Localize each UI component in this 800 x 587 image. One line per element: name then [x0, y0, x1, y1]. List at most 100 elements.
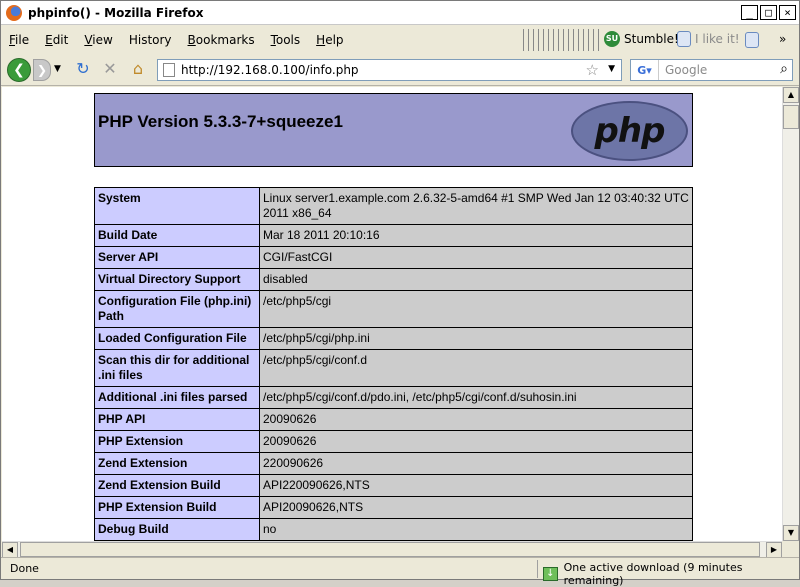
stumble-button[interactable]: SU Stumble! — [604, 31, 679, 47]
title-bar: phpinfo() - Mozilla Firefox _ □ × — [1, 1, 799, 25]
php-logo: php — [571, 101, 688, 161]
table-row: Build Date Mar 18 2011 20:10:16 — [94, 224, 693, 247]
download-status-text: One active download (9 minutes remaining… — [563, 561, 743, 587]
toolbar-overflow-button[interactable]: » — [779, 32, 786, 46]
stumble-label: Stumble! — [624, 32, 679, 46]
row-value: Linux server1.example.com 2.6.32-5-amd64… — [259, 187, 693, 225]
status-text: Done — [10, 562, 39, 575]
thumbs-down-icon[interactable] — [745, 32, 759, 48]
table-row: Additional .ini files parsed/etc/php5/cg… — [94, 386, 693, 409]
table-row: PHP Extension 20090626 — [94, 430, 693, 453]
table-row: Zend Extension Build API220090626,NTS — [94, 474, 693, 497]
table-row: Server API CGI/FastCGI — [94, 246, 693, 269]
row-key: Additional .ini files parsed — [94, 386, 260, 409]
row-value: 20090626 — [259, 408, 693, 431]
window-title: phpinfo() - Mozilla Firefox — [28, 5, 204, 20]
row-key: PHP Extension — [94, 430, 260, 453]
like-it-label: I like it! — [695, 32, 740, 46]
info-table: System Linux server1.example.com 2.6.32-5… — [94, 187, 693, 541]
row-value: /etc/php5/cgi/conf.d — [259, 349, 693, 387]
menu-view[interactable]: View — [76, 33, 120, 47]
table-row: Debug Build no — [94, 518, 693, 541]
search-icon[interactable]: ⌕ — [780, 61, 788, 77]
row-key: Configuration File (php.ini) Path — [94, 290, 260, 328]
url-text[interactable]: http://192.168.0.100/info.php — [181, 63, 359, 77]
vertical-scroll-thumb[interactable] — [783, 105, 799, 129]
scrollbar-corner — [782, 541, 799, 557]
row-key: Scan this dir for additional .ini files — [94, 349, 260, 387]
row-value: API220090626,NTS — [259, 474, 693, 497]
page-content: PHP Version 5.3.3-7+squeeze1 php System L… — [2, 87, 782, 541]
row-key: Virtual Directory Support — [94, 268, 260, 291]
browser-window: phpinfo() - Mozilla Firefox _ □ × File E… — [0, 0, 800, 587]
scroll-left-arrow-icon[interactable]: ◀ — [2, 542, 18, 558]
url-bar[interactable]: http://192.168.0.100/info.php ☆ ▼ — [157, 59, 622, 81]
row-value: CGI/FastCGI — [259, 246, 693, 269]
menu-bookmarks[interactable]: Bookmarks — [180, 33, 263, 47]
back-button[interactable]: ❮ — [7, 58, 31, 82]
navigation-toolbar: ❮ ❯ ▼ ↻ ✕ ⌂ http://192.168.0.100/info.ph… — [1, 55, 799, 86]
reload-icon[interactable]: ↻ — [73, 59, 93, 79]
table-row: PHP API 20090626 — [94, 408, 693, 431]
horizontal-scroll-thumb[interactable] — [20, 542, 760, 557]
bookmark-star-icon[interactable]: ☆ — [586, 61, 599, 79]
row-key: PHP API — [94, 408, 260, 431]
url-dropdown-icon[interactable]: ▼ — [608, 64, 615, 74]
row-value: no — [259, 518, 693, 541]
firefox-logo-icon — [6, 4, 22, 21]
search-box[interactable]: G▾ Google ⌕ — [630, 59, 793, 81]
table-row: Loaded Configuration File/etc/php5/cgi/p… — [94, 327, 693, 350]
page-icon — [163, 63, 175, 77]
home-icon[interactable]: ⌂ — [128, 59, 148, 79]
row-value: 20090626 — [259, 430, 693, 453]
close-button[interactable]: × — [779, 5, 796, 20]
scroll-down-arrow-icon[interactable]: ▼ — [783, 525, 799, 541]
download-status[interactable]: ↓ One active download (9 minutes remaini… — [543, 561, 799, 587]
menu-tools[interactable]: Tools — [263, 33, 309, 47]
table-row: System Linux server1.example.com 2.6.32-5… — [94, 187, 693, 225]
menu-file[interactable]: File — [1, 33, 37, 47]
row-value: disabled — [259, 268, 693, 291]
stumbleupon-icon: SU — [604, 31, 620, 47]
horizontal-scrollbar[interactable]: ◀ ▶ — [2, 541, 782, 558]
row-value: /etc/php5/cgi/conf.d/pdo.ini, /etc/php5/… — [259, 386, 693, 409]
menu-history[interactable]: History — [121, 33, 180, 47]
stop-icon[interactable]: ✕ — [100, 59, 120, 79]
page-title: PHP Version 5.3.3-7+squeeze1 — [98, 112, 343, 131]
menu-edit[interactable]: Edit — [37, 33, 76, 47]
download-icon: ↓ — [543, 567, 558, 581]
row-key: Loaded Configuration File — [94, 327, 260, 350]
vertical-scrollbar[interactable]: ▲ ▼ — [782, 87, 799, 541]
search-input[interactable]: Google — [665, 63, 707, 77]
like-it-button[interactable]: I like it! — [677, 31, 740, 47]
toolbar-grip — [523, 29, 599, 51]
row-value: /etc/php5/cgi — [259, 290, 693, 328]
table-row: Virtual Directory Support disabled — [94, 268, 693, 291]
scroll-right-arrow-icon[interactable]: ▶ — [766, 542, 782, 558]
table-row: Scan this dir for additional .ini files /… — [94, 349, 693, 387]
row-value: API20090626,NTS — [259, 496, 693, 519]
php-header: PHP Version 5.3.3-7+squeeze1 php — [94, 93, 693, 167]
row-value: /etc/php5/cgi/php.ini — [259, 327, 693, 350]
menu-help[interactable]: Help — [308, 33, 351, 47]
maximize-button[interactable]: □ — [760, 5, 777, 20]
row-key: Server API — [94, 246, 260, 269]
scroll-up-arrow-icon[interactable]: ▲ — [783, 87, 799, 103]
google-search-engine-icon[interactable]: G▾ — [631, 60, 659, 80]
table-row: PHP Extension Build API20090626,NTS — [94, 496, 693, 519]
thumbs-up-icon — [677, 31, 691, 47]
menu-bar: File Edit View History Bookmarks Tools H… — [1, 26, 799, 54]
forward-button[interactable]: ❯ — [33, 59, 51, 81]
table-row: Zend Extension 220090626 — [94, 452, 693, 475]
row-key: PHP Extension Build — [94, 496, 260, 519]
row-key: Build Date — [94, 224, 260, 247]
window-controls: _ □ × — [741, 5, 796, 20]
row-key: Zend Extension Build — [94, 474, 260, 497]
status-bar: Done ↓ One active download (9 minutes re… — [1, 557, 799, 587]
row-value: Mar 18 2011 20:10:16 — [259, 224, 693, 247]
history-dropdown-icon[interactable]: ▼ — [54, 64, 61, 74]
status-divider — [537, 560, 538, 578]
minimize-button[interactable]: _ — [741, 5, 758, 20]
row-key: Zend Extension — [94, 452, 260, 475]
row-key: Debug Build — [94, 518, 260, 541]
